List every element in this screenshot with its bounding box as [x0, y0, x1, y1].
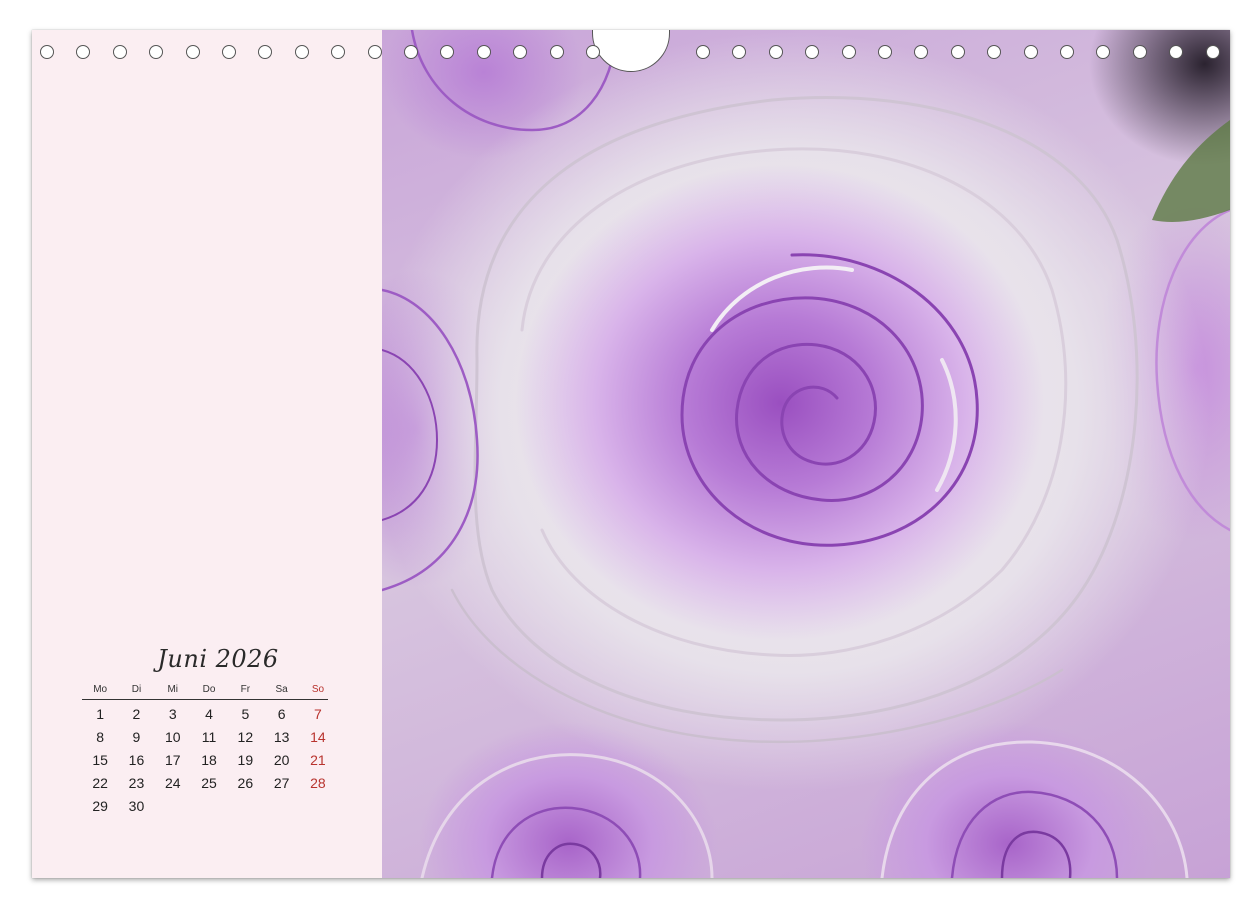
day-cell: 30 [128, 798, 145, 814]
rose-photo [382, 30, 1230, 878]
day-cell: 22 [92, 775, 108, 791]
day-cell: 2 [132, 706, 141, 722]
day-cell: 3 [168, 706, 177, 722]
day-cell [227, 798, 263, 821]
purple-rose-icon [382, 30, 1230, 878]
day-cell-sunday: 7 [314, 706, 322, 722]
day-cell: 4 [205, 706, 213, 722]
weekday-label: Fr [240, 684, 251, 695]
weekday-label: Di [131, 684, 142, 695]
day-cell: 24 [164, 775, 181, 791]
day-cell: 6 [277, 706, 286, 722]
day-cell: 19 [237, 752, 254, 768]
day-cell: 25 [201, 775, 217, 791]
day-cell: 23 [128, 775, 145, 791]
day-cell: 16 [128, 752, 145, 768]
day-cell [191, 798, 227, 821]
day-cell [155, 798, 191, 821]
weekday-label-sunday: So [311, 684, 325, 695]
day-grid: 1 2 3 4 5 6 7 8 9 10 11 12 13 14 15 16 1… [82, 706, 328, 821]
left-panel: Juni 2026 Mo Di Mi Do Fr Sa So 1 2 3 4 5… [32, 30, 382, 878]
day-cell: 29 [92, 798, 108, 814]
day-cell: 12 [237, 729, 254, 745]
day-cell [263, 798, 299, 821]
day-cell: 10 [164, 729, 181, 745]
day-cell-sunday [300, 798, 336, 821]
day-cell: 13 [273, 729, 290, 745]
weekday-label: Mi [167, 684, 179, 695]
month-title: Juni 2026 [157, 645, 279, 673]
day-cell-sunday: 21 [310, 752, 326, 768]
day-cell: 17 [164, 752, 181, 768]
weekday-label: Do [202, 684, 216, 695]
weekday-header: Mo Di Mi Do Fr Sa So [82, 684, 328, 700]
day-cell-sunday: 28 [310, 775, 326, 791]
day-cell: 27 [273, 775, 290, 791]
day-cell: 15 [92, 752, 108, 768]
weekday-label: Mo [93, 684, 108, 695]
month-calendar: Juni 2026 Mo Di Mi Do Fr Sa So 1 2 3 4 5… [82, 642, 328, 821]
day-cell: 8 [96, 729, 105, 745]
day-cell: 11 [201, 729, 217, 745]
day-cell: 20 [273, 752, 290, 768]
day-cell-sunday: 14 [310, 729, 326, 745]
day-cell: 1 [96, 706, 105, 722]
day-cell: 5 [241, 706, 250, 722]
day-cell: 18 [201, 752, 217, 768]
calendar-page: Juni 2026 Mo Di Mi Do Fr Sa So 1 2 3 4 5… [32, 30, 1230, 878]
day-cell: 9 [132, 729, 141, 745]
day-cell: 26 [237, 775, 254, 791]
weekday-label: Sa [275, 684, 288, 695]
